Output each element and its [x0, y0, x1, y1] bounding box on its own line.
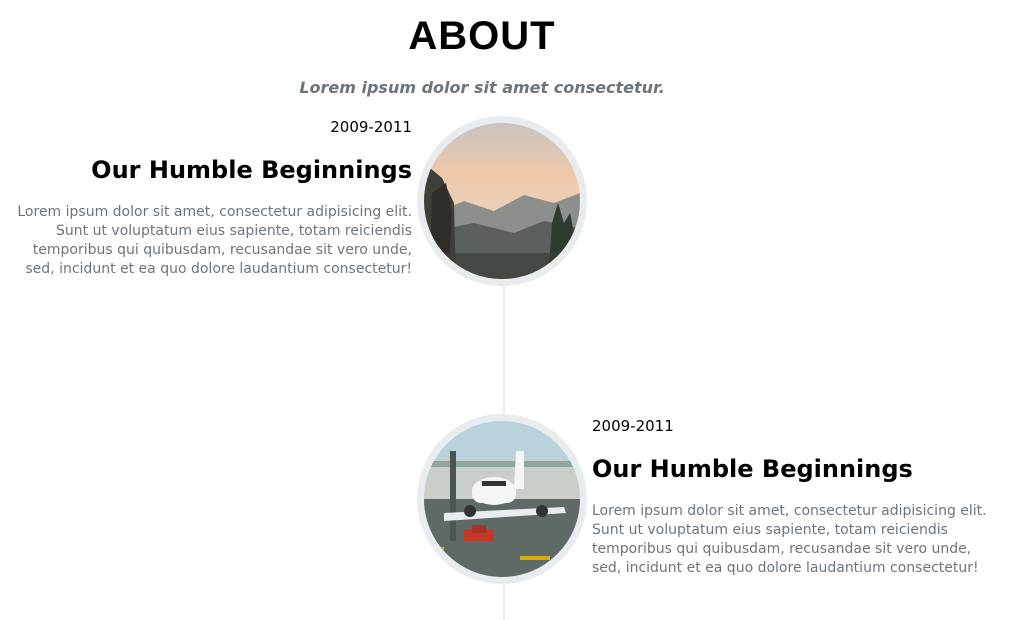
- timeline-body: Lorem ipsum dolor sit amet, consectetur …: [17, 204, 412, 277]
- section-title: ABOUT: [408, 14, 556, 58]
- timeline-heading: Our Humble Beginnings: [592, 455, 913, 483]
- timeline-item-2: 2009-2011 Our Humble Beginnings Lorem ip…: [592, 416, 992, 578]
- timeline-heading: Our Humble Beginnings: [91, 156, 412, 184]
- about-section: ABOUT Lorem ipsum dolor sit amet consect…: [0, 0, 1020, 620]
- timeline-body: Lorem ipsum dolor sit amet, consectetur …: [592, 503, 987, 576]
- timeline-item-1: 2009-2011 Our Humble Beginnings Lorem ip…: [12, 117, 412, 279]
- mountain-valley-photo: [417, 116, 587, 286]
- timeline-date: 2009-2011: [330, 118, 412, 136]
- airplane-on-tarmac-photo: [417, 414, 587, 584]
- timeline-date: 2009-2011: [592, 417, 674, 435]
- section-subtitle: Lorem ipsum dolor sit amet consectetur.: [299, 78, 665, 97]
